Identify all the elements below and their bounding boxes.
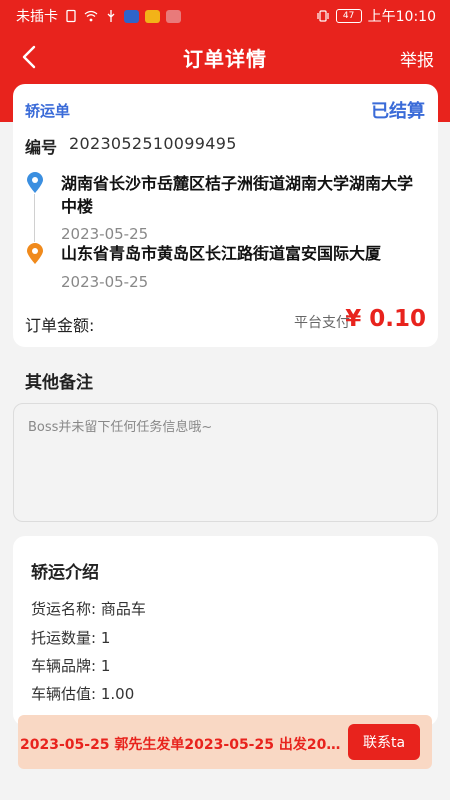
vibrate-icon — [317, 10, 329, 22]
notes-title: 其他备注 — [25, 373, 93, 393]
payment-method: 平台支付 — [294, 315, 350, 331]
order-number-label: 编号 — [25, 138, 58, 157]
message-notification-icon — [145, 9, 160, 23]
intro-row-label: 托运数量: — [31, 629, 97, 647]
order-amount: ¥ 0.10 — [345, 306, 426, 332]
intro-row: 货运名称: 商品车 — [31, 598, 146, 619]
intro-row-value: 1 — [100, 629, 111, 647]
amount-label: 订单金额: — [25, 316, 95, 335]
order-number-row: 编号 2023052510099495 — [25, 134, 237, 158]
intro-row-label: 货运名称: — [31, 600, 97, 618]
wifi-icon — [84, 10, 98, 22]
intro-title: 轿运介绍 — [31, 563, 99, 583]
status-right: 47 上午10:10 — [316, 6, 436, 26]
app-notification-icon — [124, 9, 139, 23]
route-line — [34, 194, 35, 242]
carrier-text: 未插卡 — [16, 9, 58, 25]
status-left: 未插卡 — [16, 6, 181, 26]
order-type: 轿运单 — [25, 102, 71, 120]
destination-address: 山东省青岛市黄岛区长江路街道富安国际大厦 — [61, 244, 382, 263]
transport-intro-card: 轿运介绍 货运名称: 商品车 托运数量: 1 车辆品牌: 1 车辆估值: 1.0… — [13, 536, 438, 726]
intro-row: 托运数量: 1 — [31, 627, 110, 648]
order-number: 2023052510099495 — [69, 134, 237, 153]
origin-address: 湖南省长沙市岳麓区桔子洲街道湖南大学湖南大学中楼 — [61, 174, 414, 216]
battery-icon: 47 — [335, 9, 362, 23]
order-status: 已结算 — [371, 101, 425, 122]
clock-text: 上午10:10 — [367, 9, 436, 25]
intro-row: 车辆估值: 1.00 — [31, 683, 134, 704]
intro-row-value: 1.00 — [100, 685, 135, 703]
intro-row: 车辆品牌: 1 — [31, 655, 110, 676]
origin-pin-icon — [27, 172, 43, 193]
bottom-bar: 2023-05-25 郭先生发单2023-05-25 出发2023-05-25 … — [18, 715, 432, 769]
page-title: 订单详情 — [183, 46, 267, 71]
destination-date: 2023-05-25 — [61, 273, 149, 291]
report-button[interactable]: 举报 — [400, 46, 434, 71]
notes-content: Boss并未留下任何任务信息哦~ — [28, 420, 213, 435]
usb-icon — [107, 10, 115, 22]
intro-row-value: 1 — [100, 657, 111, 675]
intro-row-value: 商品车 — [100, 600, 146, 618]
contact-button[interactable]: 联系ta — [348, 724, 420, 760]
order-ticker: 2023-05-25 郭先生发单2023-05-25 出发2023-05-25 — [20, 737, 348, 753]
chevron-left-icon — [22, 45, 36, 69]
sim-icon — [66, 9, 76, 23]
status-bar: 未插卡 47 上午10:10 — [0, 0, 450, 32]
intro-row-label: 车辆品牌: — [31, 657, 97, 675]
destination-pin-icon — [27, 243, 43, 264]
intro-row-label: 车辆估值: — [31, 685, 97, 703]
notes-box: Boss并未留下任何任务信息哦~ — [13, 403, 438, 522]
app-notification-icon-2 — [166, 9, 181, 23]
origin-date: 2023-05-25 — [61, 225, 149, 243]
back-button[interactable] — [14, 42, 44, 72]
title-bar: 订单详情 举报 — [0, 36, 450, 78]
order-card: 轿运单 已结算 编号 2023052510099495 湖南省长沙市岳麓区桔子洲… — [13, 84, 438, 347]
